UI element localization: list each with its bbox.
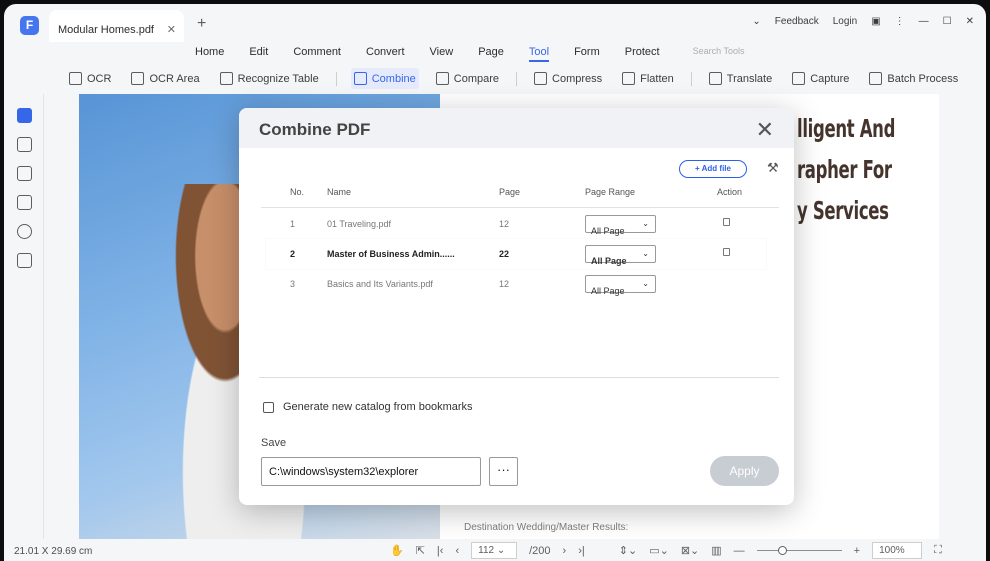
generate-catalog-checkbox[interactable] (263, 402, 274, 413)
page-range-select[interactable]: All Page ⌄ (585, 215, 656, 236)
clear-list-icon[interactable]: ⚒ (767, 160, 779, 176)
row-no: 1 (290, 219, 296, 229)
browse-button[interactable]: ··· (489, 457, 518, 486)
row-page: 12 (499, 219, 510, 229)
column-header-no: No. (290, 187, 305, 197)
row-page: 22 (499, 249, 510, 259)
row-no: 2 (290, 249, 296, 259)
page-range-value: All Page (591, 286, 625, 296)
close-dialog-icon[interactable]: ✕ (756, 117, 774, 143)
save-path-input[interactable]: C:\windows\system32\explorer (261, 457, 481, 486)
lock-icon[interactable] (723, 248, 730, 256)
save-label: Save (261, 437, 287, 449)
page-range-select[interactable]: All Page ⌄ (585, 245, 656, 266)
row-page: 12 (499, 279, 510, 289)
column-header-name: Name (327, 187, 352, 197)
divider (261, 207, 779, 208)
page-range-value: All Page (591, 226, 625, 236)
table-row[interactable]: 1 01 Traveling.pdf 12 All Page ⌄ (266, 209, 766, 239)
row-name: Basics and Its Variants.pdf (327, 279, 433, 289)
row-name: Master of Business Admin...... (327, 249, 455, 259)
page-range-select[interactable]: All Page ⌄ (585, 275, 656, 296)
column-header-page: Page (499, 187, 521, 197)
column-header-action: Action (717, 187, 743, 197)
table-row[interactable]: 3 Basics and Its Variants.pdf 12 All Page ⌄ (266, 269, 766, 299)
lock-icon[interactable] (723, 218, 730, 226)
dialog-title: Combine PDF (259, 120, 371, 139)
divider (259, 377, 779, 378)
chevron-down-icon: ⌄ (642, 219, 649, 228)
column-header-page-range: Page Range (585, 187, 636, 197)
add-file-label: Add file (701, 164, 731, 173)
apply-button[interactable]: Apply (710, 456, 779, 486)
combine-pdf-dialog: Combine PDF ✕ + Add file ⚒ No. Name Page … (239, 108, 794, 505)
generate-catalog-label[interactable]: Generate new catalog from bookmarks (283, 401, 473, 413)
row-no: 3 (290, 279, 296, 289)
table-row[interactable]: 2 Master of Business Admin...... 22 All Pag… (266, 239, 766, 269)
row-name: 01 Traveling.pdf (327, 219, 392, 229)
chevron-down-icon: ⌄ (642, 249, 649, 258)
page-range-value: All Page (591, 256, 627, 266)
chevron-down-icon: ⌄ (642, 279, 649, 288)
add-file-button[interactable]: + Add file (679, 160, 747, 178)
